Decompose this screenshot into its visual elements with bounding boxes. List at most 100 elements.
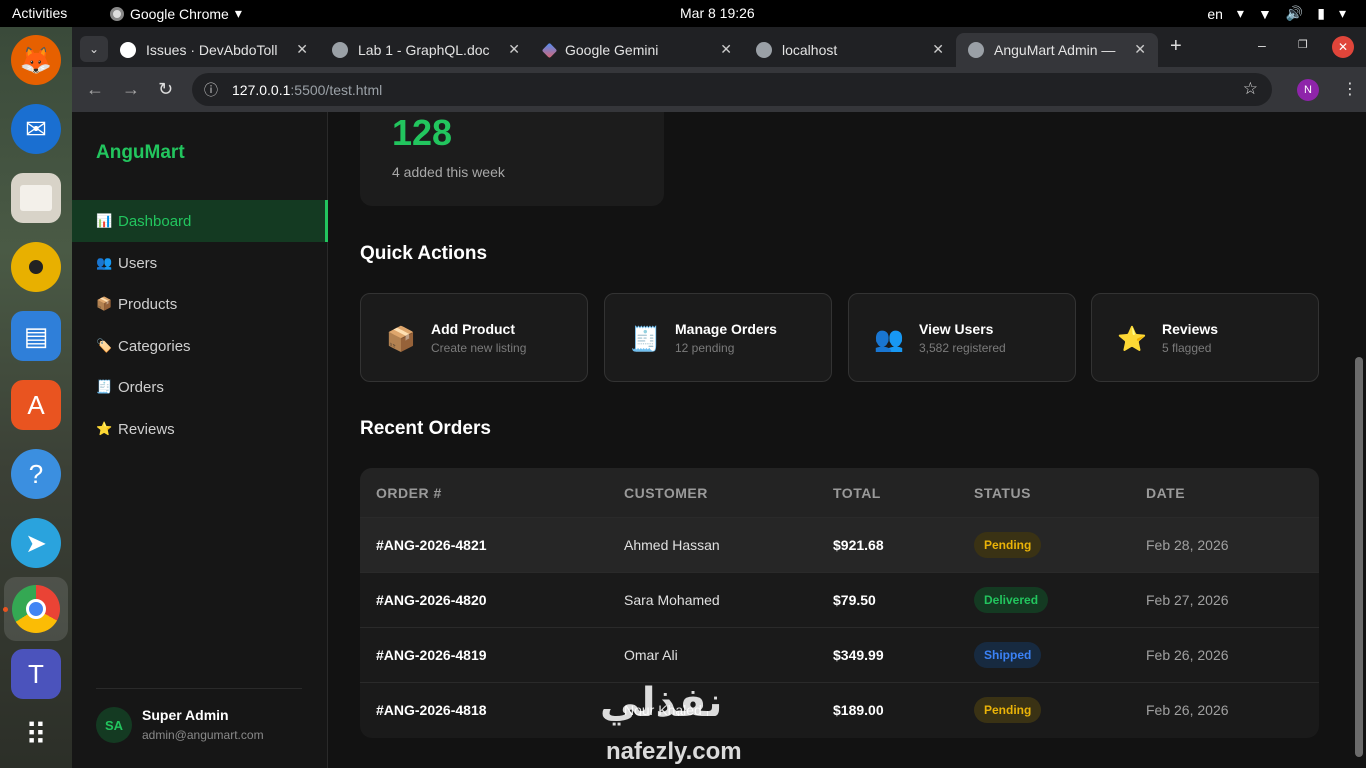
user-profile[interactable]: SA Super Admin admin@angumart.com bbox=[96, 688, 302, 743]
tab-title: AnguMart Admin — bbox=[994, 42, 1116, 58]
sidebar-item-products[interactable]: 📦 Products bbox=[72, 283, 328, 325]
quick-action-subtitle: 12 pending bbox=[675, 341, 735, 355]
github-icon bbox=[120, 42, 136, 58]
order-total: $79.50 bbox=[833, 592, 876, 608]
tab-search-button[interactable]: ⌄ bbox=[80, 36, 108, 62]
close-icon[interactable]: ✕ bbox=[296, 41, 308, 58]
maximize-button[interactable]: ❐ bbox=[1298, 38, 1308, 51]
dock: 🦊 ✉ ▤ A ? ➤ T ⠿ bbox=[0, 27, 72, 768]
site-info-icon[interactable]: ⓘ bbox=[204, 80, 218, 100]
close-icon[interactable]: ✕ bbox=[508, 41, 520, 58]
page-viewport: AnguMart 📊 Dashboard 👥 Users 📦 Products … bbox=[72, 112, 1366, 768]
app-center-icon[interactable]: A bbox=[11, 380, 61, 430]
firefox-icon[interactable]: 🦊 bbox=[11, 35, 61, 85]
receipt-icon: 🧾 bbox=[96, 379, 113, 394]
tab-lab[interactable]: Lab 1 - GraphQL.doc ✕ bbox=[320, 33, 532, 67]
telegram-icon[interactable]: ➤ bbox=[11, 518, 61, 568]
help-icon[interactable]: ? bbox=[11, 449, 61, 499]
sidebar-item-label: Dashboard bbox=[118, 212, 192, 230]
chrome-icon[interactable] bbox=[4, 577, 68, 641]
writer-icon[interactable]: ▤ bbox=[11, 311, 61, 361]
quick-action-manage-orders[interactable]: 🧾 Manage Orders 12 pending bbox=[604, 293, 832, 382]
system-top-bar: Activities Google Chrome ▾ Mar 8 19:26 e… bbox=[0, 0, 1366, 27]
status-badge: Pending bbox=[974, 532, 1042, 558]
sidebar-item-label: Reviews bbox=[118, 420, 175, 438]
clock[interactable]: Mar 8 19:26 bbox=[680, 5, 755, 21]
tab-title: Lab 1 - GraphQL.doc bbox=[358, 42, 490, 58]
order-date: Feb 26, 2026 bbox=[1146, 647, 1229, 663]
tab-gemini[interactable]: Google Gemini ✕ bbox=[532, 33, 744, 67]
bookmark-star-icon[interactable]: ☆ bbox=[1243, 79, 1258, 99]
system-tray[interactable]: en ▾ ▼ 🔊 ▮ ▾ bbox=[1207, 5, 1346, 22]
order-customer: Ahmed Hassan bbox=[624, 537, 720, 553]
column-header[interactable]: STATUS bbox=[974, 485, 1031, 501]
language-indicator[interactable]: en bbox=[1207, 6, 1223, 22]
reload-button[interactable]: ↻ bbox=[158, 79, 173, 100]
sidebar-item-categories[interactable]: 🏷️ Categories bbox=[72, 325, 328, 367]
files-icon[interactable] bbox=[11, 173, 61, 223]
page-scrollbar[interactable] bbox=[1355, 357, 1363, 757]
browser-tab-strip: ⌄ Issues · DevAbdoToll ✕ Lab 1 - GraphQL… bbox=[72, 27, 1366, 67]
close-icon[interactable]: ✕ bbox=[932, 41, 944, 58]
gemini-icon bbox=[541, 42, 558, 58]
forward-button[interactable]: → bbox=[122, 79, 140, 100]
chevron-down-icon: ▾ bbox=[1338, 5, 1346, 21]
table-row[interactable]: #ANG-2026-4820 Sara Mohamed $79.50 Deliv… bbox=[360, 572, 1319, 627]
globe-icon bbox=[756, 42, 772, 58]
column-header[interactable]: DATE bbox=[1146, 485, 1185, 501]
column-header[interactable]: CUSTOMER bbox=[624, 485, 708, 501]
close-icon[interactable]: ✕ bbox=[1134, 41, 1146, 58]
column-header[interactable]: ORDER # bbox=[376, 485, 442, 501]
minimize-button[interactable]: – bbox=[1258, 37, 1266, 53]
tab-title: localhost bbox=[782, 42, 838, 58]
table-row[interactable]: #ANG-2026-4819 Omar Ali $349.99 Shipped … bbox=[360, 627, 1319, 682]
quick-actions-title: Quick Actions bbox=[360, 243, 488, 264]
user-name: Super Admin bbox=[142, 707, 229, 723]
brand-logo[interactable]: AnguMart bbox=[96, 142, 185, 164]
sidebar-item-label: Users bbox=[118, 254, 158, 272]
status-badge: Pending bbox=[974, 697, 1042, 723]
rhythmbox-icon[interactable] bbox=[11, 242, 61, 292]
quick-action-subtitle: 5 flagged bbox=[1162, 341, 1212, 355]
quick-action-reviews[interactable]: ⭐ Reviews 5 flagged bbox=[1091, 293, 1319, 382]
close-icon[interactable]: ✕ bbox=[720, 41, 732, 58]
table-header: ORDER # CUSTOMER TOTAL STATUS DATE bbox=[360, 468, 1319, 517]
table-row[interactable]: #ANG-2026-4818 Nour Khaled $189.00 Pendi… bbox=[360, 682, 1319, 737]
teams-icon[interactable]: T bbox=[11, 649, 61, 699]
quick-action-add-product[interactable]: 📦 Add Product Create new listing bbox=[360, 293, 588, 382]
app-menu[interactable]: Google Chrome ▾ bbox=[110, 5, 242, 22]
sidebar-item-label: Products bbox=[118, 295, 178, 313]
quick-action-label: Reviews bbox=[1162, 321, 1219, 337]
battery-icon: ▮ bbox=[1317, 5, 1325, 21]
quick-action-view-users[interactable]: 👥 View Users 3,582 registered bbox=[848, 293, 1076, 382]
column-header[interactable]: TOTAL bbox=[833, 485, 881, 501]
star-icon: ⭐ bbox=[96, 421, 113, 436]
activities-button[interactable]: Activities bbox=[12, 5, 67, 21]
profile-avatar[interactable]: N bbox=[1297, 79, 1319, 101]
tab-github[interactable]: Issues · DevAbdoToll ✕ bbox=[108, 33, 320, 67]
stat-value: 128 bbox=[392, 112, 453, 153]
back-button[interactable]: ← bbox=[86, 79, 104, 100]
tab-localhost[interactable]: localhost ✕ bbox=[744, 33, 956, 67]
running-indicator bbox=[3, 607, 8, 612]
tab-title: Google Gemini bbox=[565, 42, 659, 58]
app-grid-icon[interactable]: ⠿ bbox=[11, 710, 61, 760]
order-customer: Omar Ali bbox=[624, 647, 678, 663]
recent-orders-title: Recent Orders bbox=[360, 418, 491, 439]
thunderbird-icon[interactable]: ✉ bbox=[11, 104, 61, 154]
sidebar-item-dashboard[interactable]: 📊 Dashboard bbox=[72, 200, 328, 242]
status-badge: Delivered bbox=[974, 587, 1049, 613]
new-tab-button[interactable]: + bbox=[1170, 35, 1182, 58]
globe-icon bbox=[332, 42, 348, 58]
chrome-icon bbox=[110, 6, 124, 21]
quick-action-label: View Users bbox=[919, 321, 994, 337]
tab-angumart[interactable]: AnguMart Admin — ✕ bbox=[956, 33, 1158, 67]
sidebar-item-reviews[interactable]: ⭐ Reviews bbox=[72, 408, 328, 450]
order-id: #ANG-2026-4821 bbox=[376, 537, 487, 553]
sidebar-item-orders[interactable]: 🧾 Orders bbox=[72, 366, 328, 408]
menu-icon[interactable]: ⋮ bbox=[1342, 79, 1358, 99]
table-row[interactable]: #ANG-2026-4821 Ahmed Hassan $921.68 Pend… bbox=[360, 517, 1319, 572]
window-close-button[interactable]: ✕ bbox=[1332, 36, 1354, 58]
sidebar-item-users[interactable]: 👥 Users bbox=[72, 242, 328, 284]
address-bar[interactable]: ⓘ 127.0.0.1:5500/test.html ☆ bbox=[192, 73, 1272, 106]
